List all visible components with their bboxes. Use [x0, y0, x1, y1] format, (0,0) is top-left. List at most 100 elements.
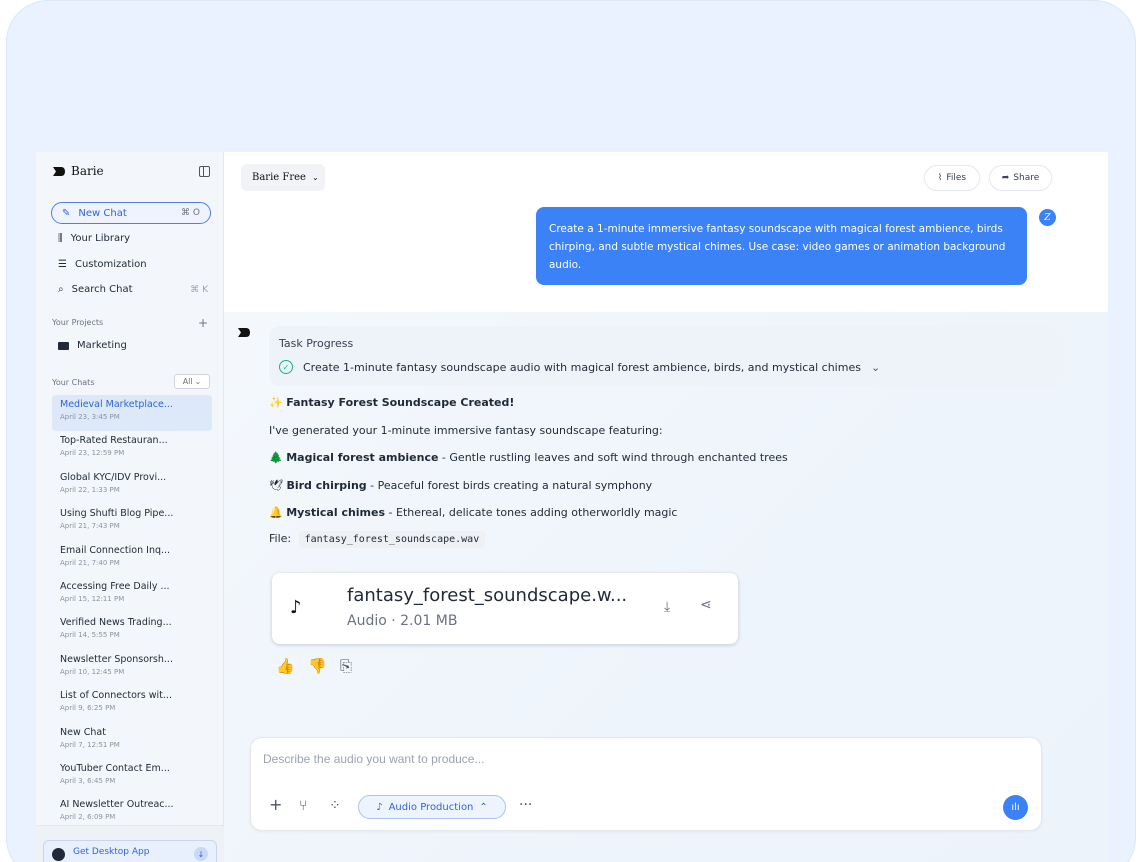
chevron-down-icon: ⌄: [194, 377, 202, 386]
chat-title: Accessing Free Daily ...: [60, 580, 170, 592]
chat-item[interactable]: Email Connection Inq... April 21, 7:40 P…: [52, 541, 212, 577]
app-window: Barie ✎ New Chat ⌘ O ⫼ Your Library ☰ Cu…: [36, 152, 1108, 862]
check-circle-icon: ✓: [279, 360, 293, 374]
nav-label: Customization: [74, 259, 147, 270]
chat-date: April 22, 1:33 PM: [60, 485, 120, 494]
feature-line: 🌲 Magical forest ambience - Gentle rustl…: [269, 451, 788, 464]
collapse-sidebar-icon[interactable]: [199, 166, 210, 177]
audio-file-name: fantasy_forest_soundscape.w...: [347, 585, 628, 606]
dots-grid-icon[interactable]: ⁘: [329, 798, 341, 814]
audio-production-mode[interactable]: ♪ Audio Production ⌃: [358, 795, 506, 819]
chats-filter-dropdown[interactable]: All ⌄: [174, 374, 210, 389]
add-icon[interactable]: +: [269, 795, 282, 814]
share-label: Share: [1013, 173, 1040, 183]
chat-list: Medieval Marketplace... April 23, 3:45 P…: [52, 395, 212, 832]
chat-date: April 9, 6:25 PM: [60, 704, 116, 713]
feature-title: Magical forest ambience: [286, 451, 439, 464]
paperclip-icon: ⌇: [937, 173, 943, 183]
feature-title: Bird chirping: [286, 479, 367, 492]
nav-your-library[interactable]: ⫼ Your Library: [58, 233, 208, 244]
task-step-label: Create 1-minute fantasy soundscape audio…: [303, 360, 861, 374]
apple-icon: [52, 848, 65, 861]
chat-date: April 3, 6:45 PM: [60, 776, 116, 785]
search-icon: ⌕: [58, 284, 64, 295]
bird-icon: 🕊: [269, 479, 283, 492]
chat-item[interactable]: Top-Rated Restauran... April 23, 12:59 P…: [52, 431, 212, 467]
user-avatar[interactable]: Z: [1039, 209, 1056, 226]
chat-date: April 15, 12:11 PM: [60, 594, 125, 603]
music-note-icon: ♪: [376, 801, 383, 813]
file-line: File: fantasy_forest_soundscape.wav: [269, 531, 486, 548]
barie-logo-icon: [238, 328, 250, 337]
nav-customization[interactable]: ☰ Customization: [58, 259, 208, 270]
new-chat-button[interactable]: ✎ New Chat ⌘ O: [51, 202, 211, 224]
chevron-up-icon: ⌃: [479, 801, 488, 813]
filter-label: All: [182, 377, 193, 386]
chat-date: April 21, 7:40 PM: [60, 558, 120, 567]
chat-title: Email Connection Inq...: [60, 544, 171, 556]
file-name-code: fantasy_forest_soundscape.wav: [298, 531, 486, 548]
projects-label: Your Projects: [52, 318, 104, 327]
audio-attachment-card[interactable]: ♪ fantasy_forest_soundscape.w... Audio ·…: [272, 573, 738, 644]
nav-label: Your Library: [70, 233, 131, 244]
chat-title: List of Connectors wit...: [60, 690, 172, 702]
thumbs-up-icon[interactable]: 👍: [276, 657, 295, 675]
nav-search-chat[interactable]: ⌕ Search Chat ⌘ K: [58, 284, 208, 295]
feature-title: Mystical chimes: [286, 506, 386, 519]
files-label: Files: [946, 173, 967, 183]
download-icon: ↓: [194, 847, 208, 861]
chat-item[interactable]: Global KYC/IDV Provi... April 22, 1:33 P…: [52, 468, 212, 504]
share-icon[interactable]: ⋖: [700, 597, 712, 613]
chat-date: April 23, 12:59 PM: [60, 449, 125, 458]
new-chat-label: New Chat: [78, 207, 127, 219]
chat-date: April 10, 12:45 PM: [60, 667, 125, 676]
chat-date: April 21, 7:43 PM: [60, 522, 120, 531]
chat-title: YouTuber Contact Em...: [60, 762, 170, 774]
download-icon[interactable]: ⤓: [664, 599, 670, 615]
chat-item[interactable]: New Chat April 7, 12:51 PM: [52, 723, 212, 759]
desktop-app-label: Get Desktop App: [73, 847, 150, 857]
chat-date: April 7, 12:51 PM: [60, 740, 120, 749]
more-options-icon[interactable]: ···: [519, 797, 532, 813]
chat-date: April 2, 6:09 PM: [60, 813, 116, 822]
brand[interactable]: Barie: [52, 164, 104, 178]
chat-item[interactable]: List of Connectors wit... April 9, 6:25 …: [52, 686, 212, 722]
chat-date: April 23, 3:45 PM: [60, 413, 120, 421]
feature-line: 🕊 Bird chirping - Peaceful forest birds …: [269, 479, 652, 492]
feature-desc: - Peaceful forest birds creating a natur…: [366, 479, 653, 492]
barie-logo-icon: [53, 166, 65, 176]
waveform-icon: ılı: [1011, 802, 1020, 813]
chats-label: Your Chats: [52, 378, 95, 387]
composer: + ⑂ ⁘ ♪ Audio Production ⌃ ··· ılı: [250, 737, 1042, 831]
chat-item[interactable]: Verified News Trading... April 14, 5:55 …: [52, 613, 212, 649]
response-intro: I've generated your 1-minute immersive f…: [269, 424, 663, 437]
chat-item[interactable]: Newsletter Sponsorsh... April 10, 12:45 …: [52, 650, 212, 686]
chat-item[interactable]: Medieval Marketplace... April 23, 3:45 P…: [52, 395, 212, 432]
new-chat-shortcut: ⌘ O: [181, 208, 200, 218]
files-button[interactable]: ⌇ Files: [924, 165, 980, 191]
chat-title: Newsletter Sponsorsh...: [60, 653, 173, 665]
model-selector[interactable]: Barie Free ⌄: [241, 164, 325, 191]
mode-label: Audio Production: [388, 801, 474, 813]
chat-item[interactable]: YouTuber Contact Em... April 3, 6:45 PM: [52, 759, 212, 795]
task-step[interactable]: ✓ Create 1-minute fantasy soundscape aud…: [279, 360, 880, 374]
chat-title: Top-Rated Restauran...: [60, 435, 168, 447]
model-label: Barie Free: [252, 172, 306, 183]
add-project-button[interactable]: +: [198, 316, 208, 330]
chat-title: Verified News Trading...: [60, 617, 172, 629]
chat-title: AI Newsletter Outreac...: [60, 799, 174, 811]
copy-icon[interactable]: ⎘: [340, 657, 352, 675]
chat-item[interactable]: Accessing Free Daily ... April 15, 12:11…: [52, 577, 212, 613]
chat-title: Using Shufti Blog Pipe...: [60, 508, 174, 520]
prompt-input[interactable]: [263, 748, 963, 770]
chat-title: New Chat: [60, 726, 106, 738]
thumbs-down-icon[interactable]: 👎: [308, 657, 327, 675]
get-desktop-app-button[interactable]: Get Desktop App ↓: [43, 840, 217, 862]
tree-icon: 🌲: [269, 451, 283, 464]
share-button[interactable]: ➦ Share: [989, 165, 1052, 191]
search-shortcut: ⌘ K: [190, 284, 208, 295]
project-marketing[interactable]: Marketing: [58, 340, 208, 351]
branch-icon[interactable]: ⑂: [299, 798, 307, 814]
voice-input-button[interactable]: ılı: [1003, 795, 1028, 820]
chat-item[interactable]: Using Shufti Blog Pipe... April 21, 7:43…: [52, 504, 212, 540]
